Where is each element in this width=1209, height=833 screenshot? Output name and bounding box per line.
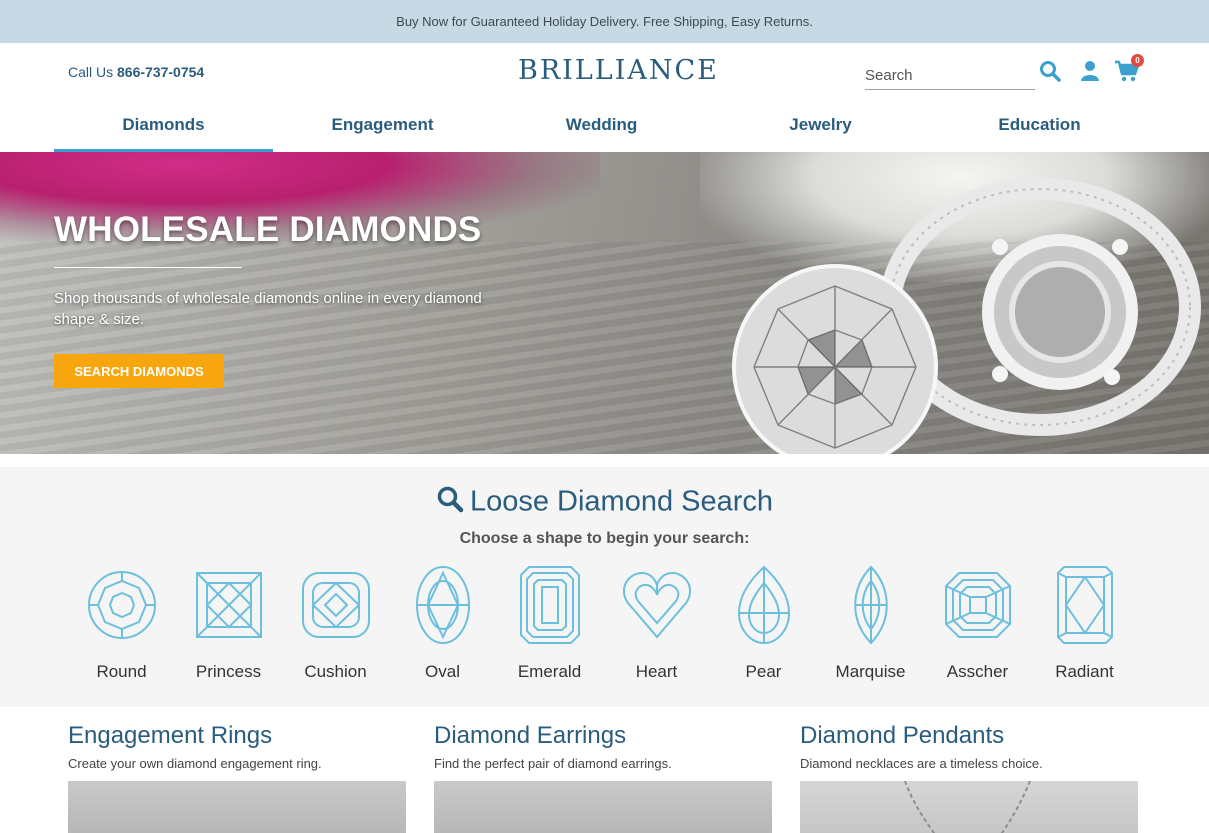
hero-banner: WHOLESALE DIAMONDS Shop thousands of who…: [0, 152, 1209, 454]
search-input[interactable]: [865, 59, 1035, 87]
search-box: [865, 59, 1035, 90]
shape-label: Oval: [425, 662, 460, 681]
cart-count-badge: 0: [1131, 54, 1144, 67]
shape-label: Heart: [635, 662, 678, 681]
loose-search-subtitle: Choose a shape to begin your search:: [459, 530, 750, 547]
emerald-diamond-icon: [519, 566, 580, 644]
shape-oval[interactable]: Oval: [389, 565, 496, 690]
search-icon[interactable]: [1038, 59, 1062, 83]
oval-diamond-icon: [415, 566, 470, 644]
card-text: Diamond necklaces are a timeless choice.: [800, 756, 1043, 771]
hero-divider: [54, 267, 242, 268]
nav-diamonds[interactable]: Diamonds: [54, 103, 273, 152]
card-title[interactable]: Engagement Rings: [68, 722, 406, 750]
shape-pear[interactable]: Pear: [710, 565, 817, 690]
card-title[interactable]: Diamond Pendants: [800, 722, 1138, 750]
shape-label: Radiant: [1055, 662, 1114, 681]
shape-asscher[interactable]: Asscher: [924, 565, 1031, 690]
princess-diamond-icon: [195, 572, 262, 638]
shape-princess[interactable]: Princess: [175, 565, 282, 690]
necklace-chain-image: [904, 780, 1031, 833]
round-diamond-icon: [87, 571, 156, 639]
main-nav: Diamonds Engagement Wedding Jewelry Educ…: [54, 103, 1150, 152]
shape-list: Round Princess Cushion Oval Emerald Hear…: [68, 565, 1138, 690]
cushion-diamond-icon: [301, 572, 370, 638]
card-diamond-earrings[interactable]: Diamond Earrings Find the perfect pair o…: [434, 722, 772, 833]
promo-text: Buy Now for Guaranteed Holiday Delivery.…: [396, 14, 813, 29]
call-label: Call Us: [68, 64, 118, 80]
phone-number[interactable]: 866-737-0754: [117, 64, 204, 80]
shape-label: Cushion: [304, 662, 367, 681]
shape-marquise[interactable]: Marquise: [817, 565, 924, 690]
card-image[interactable]: [800, 780, 1138, 833]
promo-banner: Buy Now for Guaranteed Holiday Delivery.…: [0, 0, 1209, 43]
hero-subtitle: Shop thousands of wholesale diamonds onl…: [54, 290, 482, 328]
shape-heart[interactable]: Heart: [603, 565, 710, 690]
card-title[interactable]: Diamond Earrings: [434, 722, 772, 750]
shape-label: Marquise: [835, 662, 906, 681]
nav-engagement[interactable]: Engagement: [273, 103, 492, 152]
logo[interactable]: BRILLIANCE: [518, 55, 719, 86]
nav-wedding[interactable]: Wedding: [492, 103, 711, 152]
asscher-diamond-icon: [944, 572, 1011, 638]
card-diamond-pendants[interactable]: Diamond Pendants Diamond necklaces are a…: [800, 722, 1138, 833]
shape-label: Princess: [195, 662, 262, 681]
pear-diamond-icon: [737, 565, 790, 645]
card-image[interactable]: [68, 781, 406, 833]
user-icon[interactable]: [1078, 59, 1102, 83]
shape-label: Round: [96, 662, 147, 681]
header: Call Us 866-737-0754 BRILLIANCE 0: [0, 43, 1209, 103]
shape-round[interactable]: Round: [68, 565, 175, 690]
card-engagement-rings[interactable]: Engagement Rings Create your own diamond…: [68, 722, 406, 833]
hero-diamond-ring-image: [732, 178, 1201, 454]
search-diamonds-button[interactable]: SEARCH DIAMONDS: [54, 354, 224, 388]
loose-search-heading: Loose Diamond Search: [0, 485, 1209, 521]
heart-diamond-icon: [622, 571, 691, 639]
call-us[interactable]: Call Us 866-737-0754: [68, 64, 204, 80]
loose-search-title: Loose Diamond Search: [469, 485, 774, 518]
shape-emerald[interactable]: Emerald: [496, 565, 603, 690]
shape-label: Emerald: [517, 662, 582, 681]
shape-cushion[interactable]: Cushion: [282, 565, 389, 690]
radiant-diamond-icon: [1056, 566, 1113, 644]
nav-jewelry[interactable]: Jewelry: [711, 103, 930, 152]
shape-label: Asscher: [946, 662, 1009, 681]
shape-label: Pear: [745, 662, 782, 681]
card-image[interactable]: [434, 781, 772, 833]
category-cards: Engagement Rings Create your own diamond…: [68, 722, 1138, 833]
loose-diamond-search: Loose Diamond Search Choose a shape to b…: [0, 467, 1209, 707]
marquise-diamond-icon: [853, 565, 888, 645]
card-text: Find the perfect pair of diamond earring…: [434, 756, 672, 771]
search-icon: [436, 485, 464, 521]
hero-title: WHOLESALE DIAMONDS: [54, 210, 482, 249]
shape-radiant[interactable]: Radiant: [1031, 565, 1138, 690]
nav-education[interactable]: Education: [930, 103, 1149, 152]
card-text: Create your own diamond engagement ring.: [68, 756, 322, 771]
